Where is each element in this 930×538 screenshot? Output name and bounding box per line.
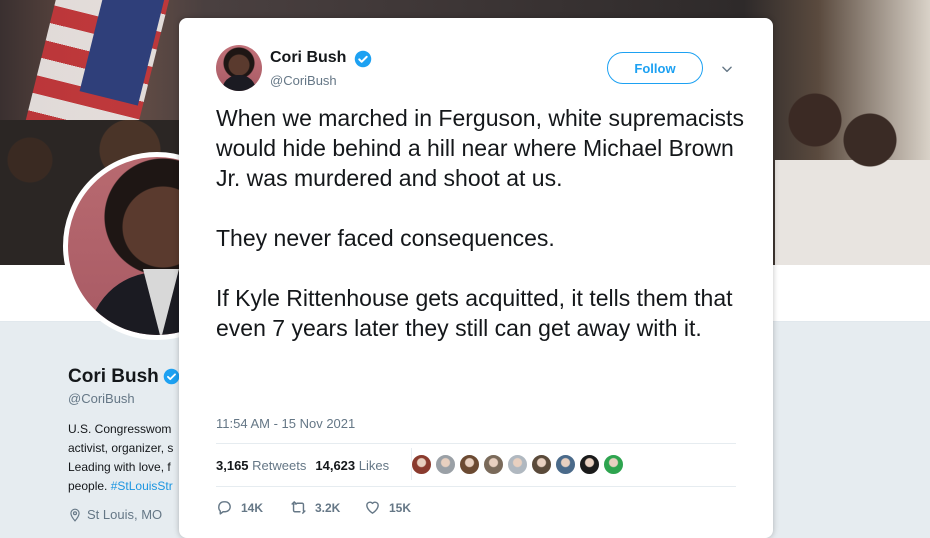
- retweets-label: Retweets: [252, 458, 307, 473]
- profile-handle: @CoriBush: [68, 391, 135, 406]
- liker-avatar[interactable]: [579, 454, 600, 475]
- bio-hashtag-link[interactable]: #StLouisStr: [111, 479, 173, 493]
- profile-bio: U.S. Congresswom activist, organizer, s …: [68, 420, 180, 496]
- divider: [216, 486, 736, 487]
- tweet-author-name[interactable]: Cori Bush: [270, 49, 346, 67]
- verified-badge-icon: [163, 368, 180, 385]
- tweet-actions: 14K 3.2K 15K: [216, 499, 438, 516]
- liker-avatar[interactable]: [459, 454, 480, 475]
- bio-line: activist, organizer, s: [68, 441, 174, 455]
- heart-icon: [366, 501, 379, 514]
- liker-avatar[interactable]: [603, 454, 624, 475]
- tweet-card: Cori Bush @CoriBush Follow When we march…: [179, 18, 773, 538]
- retweets-stat[interactable]: 3,165 Retweets: [216, 458, 306, 473]
- divider: [216, 443, 736, 444]
- tweet-paragraph: They never faced consequences.: [216, 225, 555, 251]
- location-text: St Louis, MO: [87, 507, 163, 522]
- likes-count: 14,623: [315, 458, 356, 473]
- tweet-author-handle[interactable]: @CoriBush: [270, 73, 337, 88]
- retweets-count: 3,165: [216, 458, 249, 473]
- tweet-text: When we marched in Ferguson, white supre…: [216, 103, 746, 373]
- retweet-icon: [291, 501, 306, 514]
- like-count: 15K: [389, 500, 412, 515]
- bio-line: Leading with love, f: [68, 460, 171, 474]
- liker-avatar[interactable]: [531, 454, 552, 475]
- bio-line: people.: [68, 479, 111, 493]
- tweet-stats: 3,165 Retweets 14,623 Likes: [216, 458, 389, 473]
- tweet-author-avatar[interactable]: [216, 45, 262, 91]
- chevron-down-icon[interactable]: [720, 62, 734, 76]
- reply-button[interactable]: 14K: [216, 499, 290, 516]
- reply-count: 14K: [241, 500, 264, 515]
- tweet-paragraph: When we marched in Ferguson, white supre…: [216, 105, 744, 191]
- liker-avatar[interactable]: [483, 454, 504, 475]
- tweet-paragraph: If Kyle Rittenhouse gets acquitted, it t…: [216, 285, 733, 341]
- like-button[interactable]: 15K: [364, 499, 438, 516]
- banner-crowd-right: [775, 40, 930, 265]
- liker-avatar[interactable]: [411, 454, 432, 475]
- reply-icon: [218, 501, 231, 515]
- profile-name: Cori Bush: [68, 366, 159, 387]
- profile-location: St Louis, MO: [68, 507, 162, 522]
- tweet-timestamp[interactable]: 11:54 AM - 15 Nov 2021: [216, 416, 355, 431]
- likes-label: Likes: [358, 458, 390, 473]
- liker-avatars: [411, 454, 624, 475]
- verified-badge-icon: [354, 50, 372, 68]
- location-pin-icon: [70, 508, 80, 522]
- likes-stat[interactable]: 14,623 Likes: [315, 458, 389, 473]
- liker-avatar[interactable]: [555, 454, 576, 475]
- retweet-button[interactable]: 3.2K: [290, 499, 364, 516]
- liker-avatar[interactable]: [507, 454, 528, 475]
- follow-button[interactable]: Follow: [607, 52, 703, 84]
- retweet-count: 3.2K: [315, 500, 341, 515]
- bio-line: U.S. Congresswom: [68, 422, 172, 436]
- liker-avatar[interactable]: [435, 454, 456, 475]
